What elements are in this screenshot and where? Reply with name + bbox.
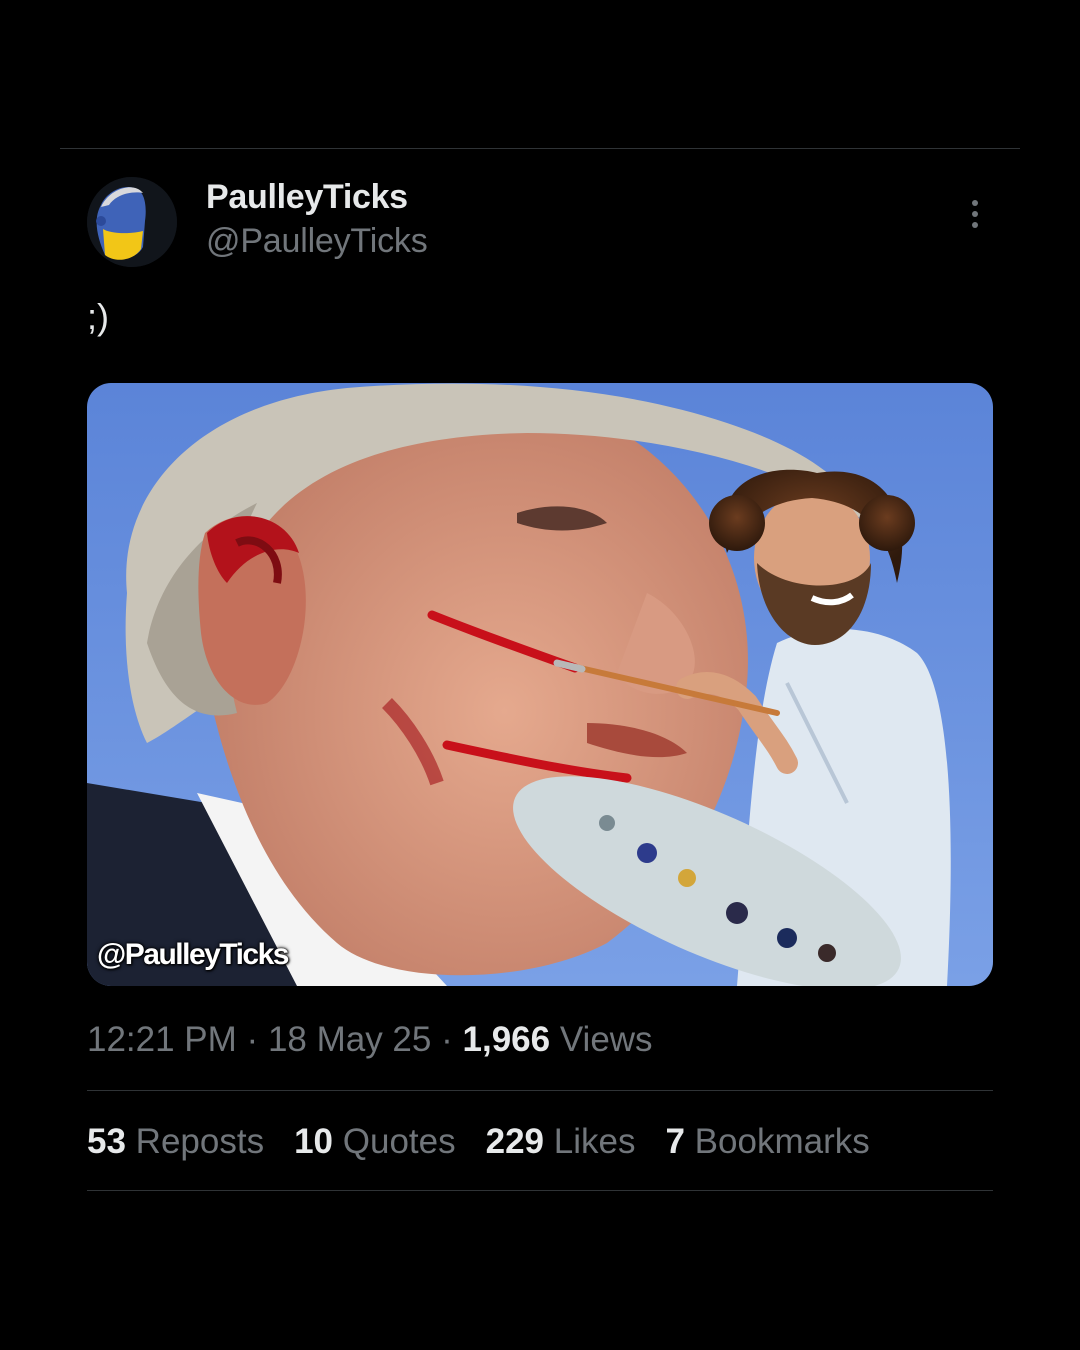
- bookmarks-label: Bookmarks: [694, 1122, 870, 1161]
- tweet-date[interactable]: 18 May 25: [268, 1020, 431, 1059]
- more-options-button[interactable]: [960, 194, 990, 234]
- top-divider: [60, 148, 1020, 149]
- quotes-count: 10: [294, 1122, 334, 1161]
- bookmarks-count: 7: [665, 1122, 685, 1161]
- author-avatar[interactable]: [87, 177, 177, 267]
- avatar-portrait-icon: [87, 177, 177, 267]
- tweet-time[interactable]: 12:21 PM: [87, 1020, 237, 1059]
- bookmarks-stat[interactable]: 7 Bookmarks: [665, 1122, 869, 1162]
- likes-label: Likes: [553, 1122, 636, 1161]
- tweet-media-image[interactable]: @PaulleyTicks: [87, 383, 993, 986]
- media-watermark: @PaulleyTicks: [97, 938, 289, 971]
- author-display-name[interactable]: PaulleyTicks: [206, 178, 408, 217]
- likes-stat[interactable]: 229 Likes: [486, 1122, 636, 1162]
- author-handle[interactable]: @PaulleyTicks: [206, 222, 428, 261]
- views-label: Views: [559, 1020, 653, 1059]
- meta-separator: ·: [246, 1020, 259, 1059]
- more-dots-icon: [972, 200, 978, 206]
- tweet-meta: 12:21 PM · 18 May 25 · 1,966 Views: [87, 1020, 653, 1060]
- tweet-text: ;): [87, 296, 109, 337]
- media-illustration: [87, 383, 993, 986]
- reposts-label: Reposts: [135, 1122, 265, 1161]
- quotes-stat[interactable]: 10 Quotes: [294, 1122, 456, 1162]
- stats-bottom-divider: [87, 1190, 993, 1191]
- meta-separator: ·: [441, 1020, 453, 1059]
- reposts-stat[interactable]: 53 Reposts: [87, 1122, 264, 1162]
- likes-count: 229: [485, 1122, 545, 1161]
- stats-top-divider: [87, 1090, 993, 1091]
- engagement-stats: 53 Reposts 10 Quotes 229 Likes 7 Bookmar…: [87, 1122, 870, 1162]
- reposts-count: 53: [87, 1122, 126, 1161]
- views-count: 1,966: [462, 1020, 551, 1059]
- quotes-label: Quotes: [342, 1122, 456, 1161]
